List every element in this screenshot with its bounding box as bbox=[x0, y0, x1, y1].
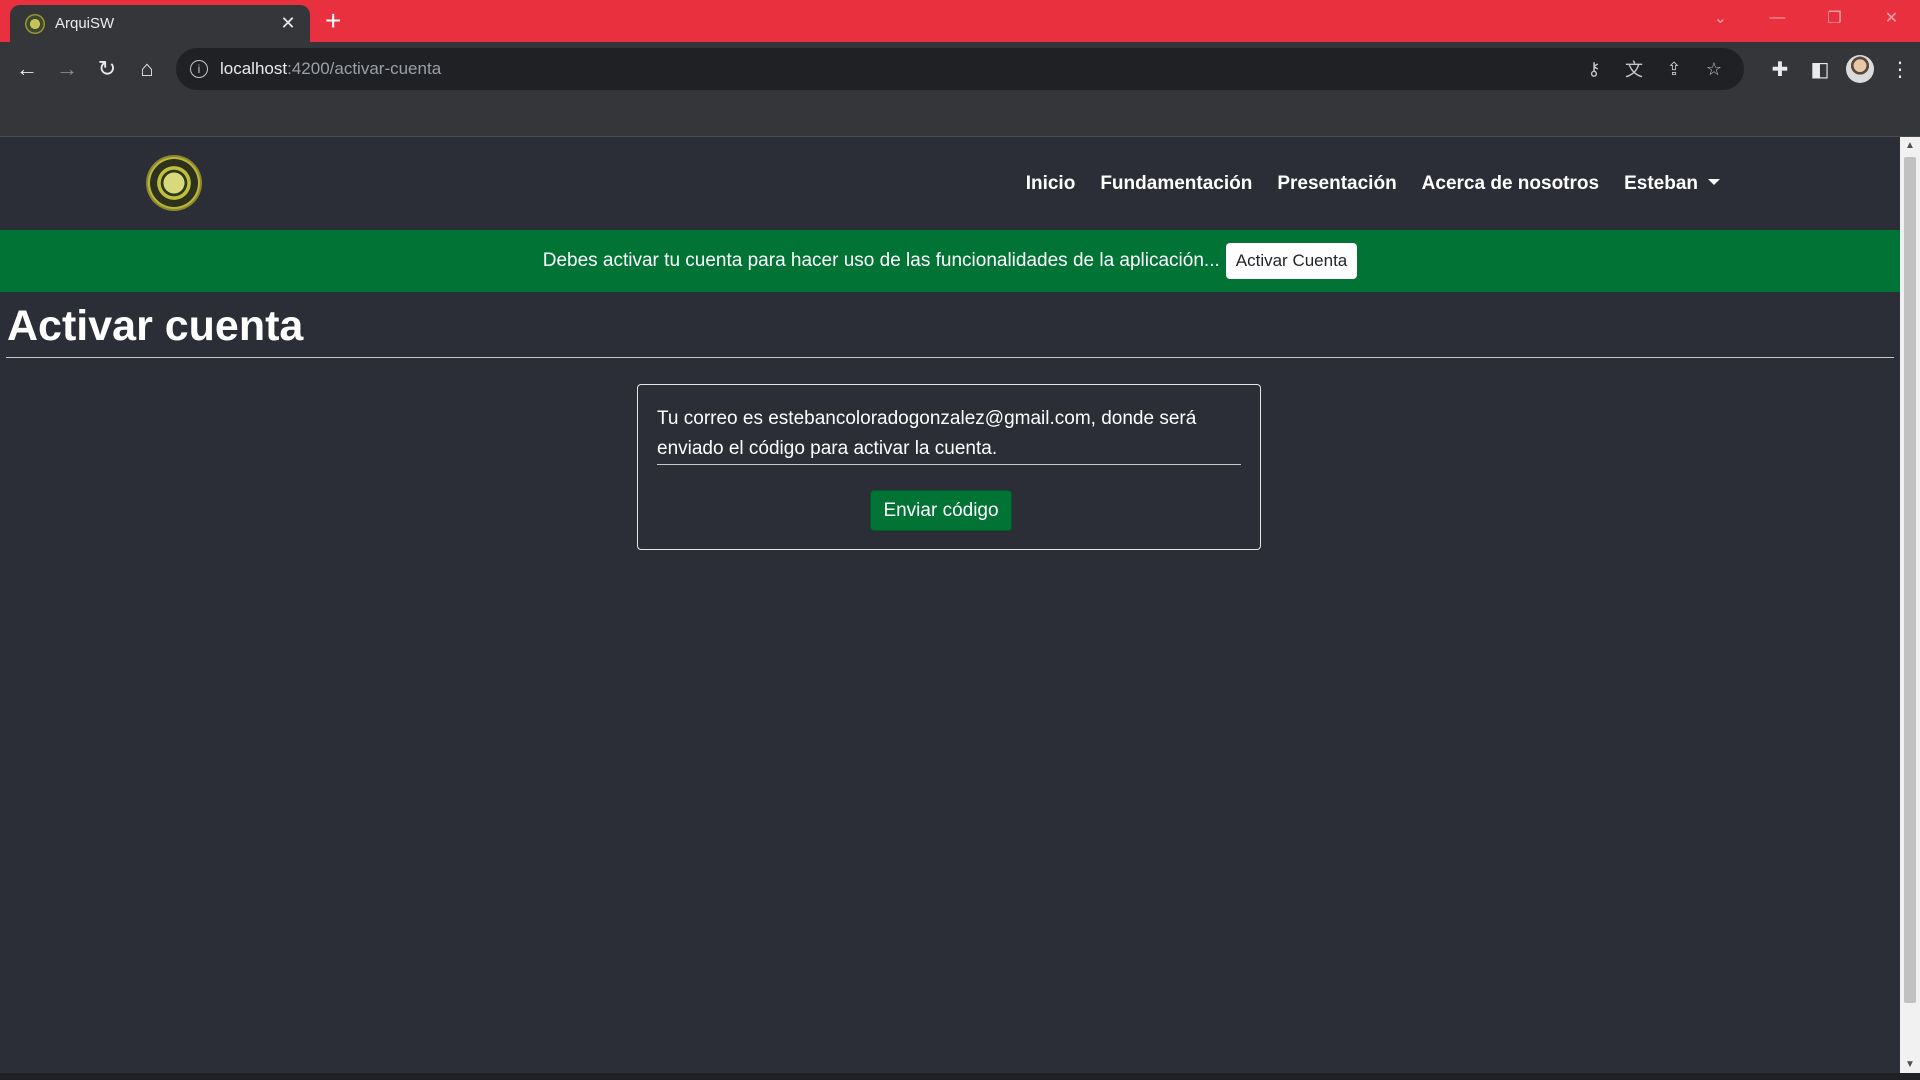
activate-account-button[interactable]: Activar Cuenta bbox=[1225, 243, 1358, 279]
nav-links: Inicio Fundamentación Presentación Acerc… bbox=[1001, 137, 1720, 230]
activation-alert: Debes activar tu cuenta para hacer uso d… bbox=[0, 230, 1900, 292]
nav-link-inicio[interactable]: Inicio bbox=[1026, 173, 1076, 195]
new-tab-icon[interactable]: + bbox=[325, 6, 341, 36]
send-code-button[interactable]: Enviar código bbox=[870, 490, 1012, 531]
scroll-down-icon[interactable]: ▼ bbox=[1900, 1056, 1920, 1073]
favicon-icon bbox=[25, 13, 45, 34]
scroll-up-icon[interactable]: ▲ bbox=[1900, 137, 1920, 154]
user-menu-dropdown[interactable]: Esteban bbox=[1624, 173, 1720, 195]
forward-icon[interactable]: → bbox=[49, 51, 85, 87]
tab-close-icon[interactable]: ✕ bbox=[278, 13, 298, 34]
scrollbar-thumb[interactable] bbox=[1904, 157, 1916, 1003]
window-controls: ⌄ — ❐ ✕ bbox=[1692, 0, 1920, 36]
share-icon[interactable]: ⇪ bbox=[1654, 59, 1694, 80]
tab-search-icon[interactable]: ⌄ bbox=[1692, 0, 1749, 36]
nav-link-acerca[interactable]: Acerca de nosotros bbox=[1422, 173, 1599, 195]
bottom-strip bbox=[0, 1073, 1920, 1080]
browser-toolbar: ← → ↻ ⌂ i localhost:4200/activar-cuenta … bbox=[0, 42, 1920, 96]
toolbar-right: ✚ ◧ ⋮ bbox=[1760, 42, 1920, 96]
alert-message: Debes activar tu cuenta para hacer uso d… bbox=[542, 250, 1220, 271]
bookmarks-bar bbox=[0, 96, 1920, 137]
key-icon[interactable]: ⚷ bbox=[1574, 59, 1614, 80]
minimize-icon[interactable]: — bbox=[1749, 0, 1806, 36]
side-panel-icon[interactable]: ◧ bbox=[1800, 57, 1840, 82]
site-navbar: Inicio Fundamentación Presentación Acerc… bbox=[0, 137, 1900, 230]
card-divider bbox=[657, 464, 1241, 465]
url-path: :4200/activar-cuenta bbox=[287, 59, 442, 78]
title-divider bbox=[6, 357, 1894, 358]
url-text[interactable]: localhost:4200/activar-cuenta bbox=[220, 59, 441, 79]
translate-icon[interactable]: 文 bbox=[1614, 56, 1654, 82]
activation-card: Tu correo es estebancoloradogonzalez@gma… bbox=[637, 384, 1261, 550]
site-info-icon[interactable]: i bbox=[190, 60, 208, 78]
omnibox-actions: ⚷ 文 ⇪ ☆ bbox=[1574, 48, 1734, 90]
card-message: Tu correo es estebancoloradogonzalez@gma… bbox=[657, 408, 1197, 459]
page-viewport: Inicio Fundamentación Presentación Acerc… bbox=[0, 137, 1900, 1073]
address-bar[interactable]: i localhost:4200/activar-cuenta ⚷ 文 ⇪ ☆ bbox=[176, 48, 1744, 90]
url-host: localhost bbox=[220, 59, 288, 78]
reload-icon[interactable]: ↻ bbox=[89, 51, 125, 87]
back-icon[interactable]: ← bbox=[9, 51, 45, 87]
tab-title: ArquiSW bbox=[55, 15, 115, 32]
page-scrollbar[interactable]: ▲ ▼ bbox=[1900, 137, 1920, 1073]
site-logo[interactable] bbox=[146, 155, 202, 211]
menu-icon[interactable]: ⋮ bbox=[1880, 57, 1920, 82]
close-window-icon[interactable]: ✕ bbox=[1863, 0, 1920, 36]
restore-icon[interactable]: ❐ bbox=[1806, 0, 1863, 36]
browser-titlebar: ArquiSW ✕ + ⌄ — ❐ ✕ bbox=[0, 0, 1920, 42]
page-title: Activar cuenta bbox=[7, 302, 304, 350]
browser-tab[interactable]: ArquiSW ✕ bbox=[10, 5, 310, 42]
extensions-icon[interactable]: ✚ bbox=[1760, 57, 1800, 82]
profile-avatar[interactable] bbox=[1846, 55, 1874, 83]
home-icon[interactable]: ⌂ bbox=[129, 51, 165, 87]
bookmark-star-icon[interactable]: ☆ bbox=[1694, 59, 1734, 80]
nav-link-fundamentacion[interactable]: Fundamentación bbox=[1100, 173, 1252, 195]
nav-link-presentacion[interactable]: Presentación bbox=[1277, 173, 1396, 195]
